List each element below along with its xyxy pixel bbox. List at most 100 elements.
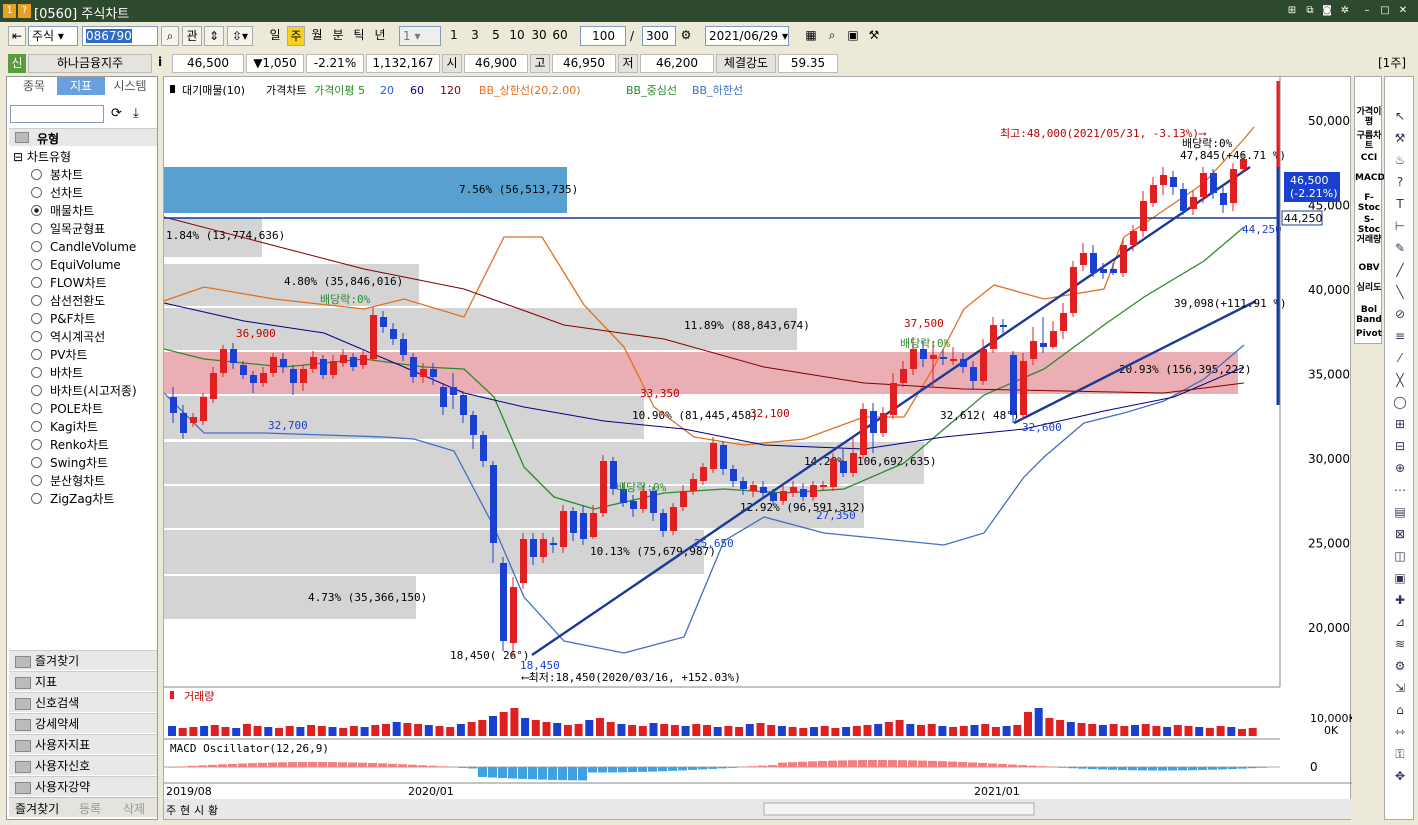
indicator-shortcut[interactable]: OBV [1355, 263, 1383, 273]
period-month[interactable]: 월 [307, 26, 327, 46]
chart-type-option[interactable]: 역시계곡선 [31, 328, 105, 346]
folder-item[interactable]: 강세약세 [9, 713, 157, 733]
count-input[interactable]: 100 [580, 26, 626, 46]
period-tick[interactable]: 틱 [349, 26, 369, 46]
chart-type-option[interactable]: EquiVolume [31, 256, 121, 274]
chart-type-option[interactable]: 삼선전환도 [31, 292, 105, 310]
indicator-shortcut[interactable]: 거래량 [1355, 235, 1383, 245]
chart-type-option[interactable]: 바차트 [31, 364, 83, 382]
sidebar-search-input[interactable] [10, 105, 104, 123]
period-day[interactable]: 일 [265, 26, 285, 46]
tree-root[interactable]: ⊟ 차트유형 [13, 148, 71, 165]
chart-type-option[interactable]: Swing차트 [31, 454, 108, 472]
line2-icon[interactable]: ╲ [1389, 283, 1411, 301]
trend-icon[interactable]: ⁄ [1389, 349, 1411, 367]
folder-item[interactable]: 사용자신호 [9, 755, 157, 775]
code-input[interactable]: 086790 ▾ [82, 26, 158, 46]
minimize-icon[interactable]: – [1360, 4, 1374, 18]
quick-30[interactable]: 30 [529, 26, 549, 46]
indicator-shortcut[interactable]: Bol Band [1355, 305, 1383, 325]
indicator-shortcut[interactable]: 심리도 [1355, 283, 1383, 293]
quick-1[interactable]: 1 [445, 26, 463, 46]
tab-indicator[interactable]: 지표 [57, 77, 105, 95]
indicator-shortcut[interactable]: S-Stoc [1355, 215, 1383, 235]
target-icon[interactable]: ⊕ [1389, 459, 1411, 477]
chart-type-option[interactable]: 봉차트 [31, 166, 83, 184]
stepper-icon[interactable]: ⇳▾ [227, 26, 253, 46]
quick-60[interactable]: 60 [550, 26, 570, 46]
tools-icon[interactable]: ⚒ [866, 26, 882, 46]
period-year[interactable]: 년 [370, 26, 390, 46]
folder-item[interactable]: 즐겨찾기 [9, 650, 157, 670]
table-icon[interactable]: ▤ [1389, 503, 1411, 521]
cancel-icon[interactable]: ⊠ [1389, 525, 1411, 543]
first-icon[interactable]: ⇤ [8, 26, 26, 46]
indicator-shortcut[interactable]: Pivot [1355, 329, 1383, 339]
close-icon[interactable]: ✕ [1396, 4, 1410, 18]
period-week[interactable]: 주 [287, 26, 305, 46]
settings-icon[interactable]: ⚙ [678, 26, 694, 46]
folder-item[interactable]: 사용자강약 [9, 776, 157, 796]
chart-area[interactable]: 7.56% (56,513,735) 1.84% (13,774,636) 4.80… [163, 76, 1356, 821]
wave-icon[interactable]: ≋ [1389, 635, 1411, 653]
maximize-icon[interactable]: □ [1378, 4, 1392, 18]
chart-type-option[interactable]: CandleVolume [31, 238, 136, 256]
chart-type-option[interactable]: PV차트 [31, 346, 88, 364]
quick-10[interactable]: 10 [507, 26, 527, 46]
copy-icon[interactable]: ⧉ [1303, 4, 1317, 18]
grid-icon[interactable]: ⊞ [1389, 415, 1411, 433]
folder-item[interactable]: 지표 [9, 671, 157, 691]
quick-5[interactable]: 5 [487, 26, 505, 46]
chart-canvas[interactable]: 7.56% (56,513,735) 1.84% (13,774,636) 4.80… [163, 77, 1356, 821]
box-icon[interactable]: ⊟ [1389, 437, 1411, 455]
chart-type-option[interactable]: ZigZag차트 [31, 490, 114, 508]
gwan-button[interactable]: 관 [182, 26, 202, 46]
help-badge[interactable]: ? [18, 4, 31, 18]
indicator-shortcut[interactable]: MACD [1355, 173, 1385, 183]
chart-type-option[interactable]: Renko차트 [31, 436, 109, 454]
lock-icon[interactable]: ⚿ [1389, 745, 1411, 763]
market-select[interactable]: 주식 ▾ [28, 26, 78, 46]
chart-type-option[interactable]: 분산형차트 [31, 472, 105, 490]
favorites-button[interactable]: 즐겨찾기 [15, 800, 59, 817]
chart-type-option[interactable]: 선차트 [31, 184, 83, 202]
folder-item[interactable]: 신호검색 [9, 692, 157, 712]
gear-icon[interactable]: ✲ [1338, 4, 1352, 18]
tab-stock[interactable]: 종목 [11, 77, 57, 95]
chart-type-option[interactable]: FLOW차트 [31, 274, 107, 292]
plus-icon[interactable]: ✚ [1389, 591, 1411, 609]
link-icon[interactable]: ⊞ [1285, 4, 1299, 18]
group-header[interactable]: 유형 [9, 128, 157, 146]
eraser-icon[interactable]: ⚒ [1389, 129, 1411, 147]
info-icon[interactable]: i [158, 55, 162, 69]
save-icon[interactable]: ▣ [845, 26, 861, 46]
chart-type-option[interactable]: 바차트(시고저종) [31, 382, 137, 400]
folder-item[interactable]: 사용자지표 [9, 734, 157, 754]
toggle-icon[interactable]: ⇕ [204, 26, 224, 46]
stretch-icon[interactable]: ⇿ [1389, 723, 1411, 741]
home-icon[interactable]: ⌂ [1389, 701, 1411, 719]
register-button[interactable]: 등록 [79, 800, 101, 817]
help-icon[interactable]: ? [1389, 173, 1411, 191]
x-icon[interactable]: ╳ [1389, 371, 1411, 389]
quick-3[interactable]: 3 [466, 26, 484, 46]
chart-type-option[interactable]: 일목균형표 [31, 220, 105, 238]
delete-button[interactable]: 삭제 [123, 800, 145, 817]
pen-icon[interactable]: ✎ [1389, 239, 1411, 257]
search-icon[interactable]: ⌕ [161, 26, 179, 46]
zoom-icon[interactable]: ⌕ [824, 26, 840, 46]
indicator-shortcut[interactable]: 가격이평 [1355, 107, 1383, 127]
stock-name[interactable]: 하나금융지주 [28, 54, 152, 73]
dots-icon[interactable]: ⋯ [1389, 481, 1411, 499]
line-icon[interactable]: ╱ [1389, 261, 1411, 279]
indicator-shortcut[interactable]: 구름차트 [1355, 131, 1383, 151]
indicator-shortcut[interactable]: F-Stoc [1355, 193, 1383, 213]
camera-icon[interactable]: ◙ [1320, 4, 1334, 18]
triangle-icon[interactable]: ⊿ [1389, 613, 1411, 631]
chart-type-option[interactable]: P&F차트 [31, 310, 96, 328]
total-input[interactable]: 300 [642, 26, 676, 46]
refresh-icon[interactable]: ⟳ [111, 106, 122, 121]
circle-icon[interactable]: ◯ [1389, 393, 1411, 411]
angle-icon[interactable]: ⊘ [1389, 305, 1411, 323]
chart-type-option[interactable]: 매물차트 [31, 202, 94, 220]
